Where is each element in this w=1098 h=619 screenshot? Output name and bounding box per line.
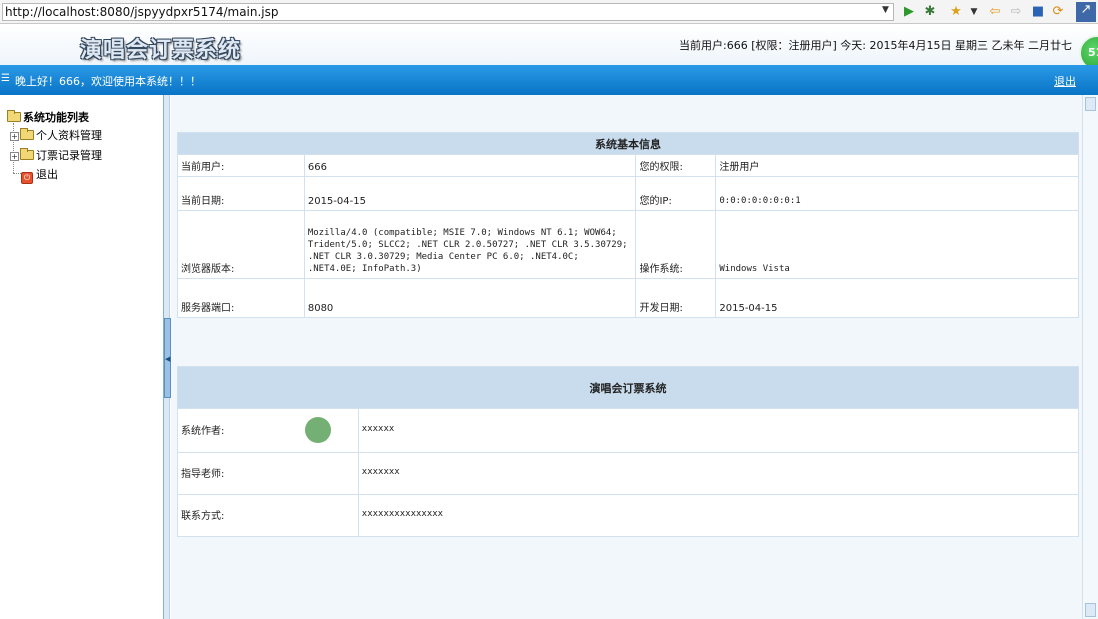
author-value: xxxxxx: [357, 408, 1080, 453]
browser-label: 浏览器版本:: [177, 210, 305, 279]
app-title: 演唱会订票系统: [80, 37, 242, 63]
favorites-dropdown-icon[interactable]: ▼: [966, 4, 982, 20]
folder-icon: [20, 148, 34, 160]
browser-value: Mozilla/4.0 (compatible; MSIE 7.0; Windo…: [303, 210, 637, 279]
basic-info-title: 系统基本信息: [177, 132, 1079, 155]
ip-value: 0:0:0:0:0:0:0:1: [715, 176, 1079, 211]
page-header: 演唱会订票系统 当前用户:666 [权限：注册用户] 今天: 2015年4月15…: [0, 25, 1098, 65]
back-icon[interactable]: ⇦: [987, 4, 1003, 20]
sidebar-item-profile[interactable]: + 个人资料管理: [10, 127, 102, 145]
port-value: 8080: [303, 278, 637, 318]
tree-root[interactable]: 系统功能列表: [7, 109, 89, 127]
app-launcher-icon[interactable]: ↗: [1076, 2, 1096, 22]
browser-toolbar: http://localhost:8080/jspyydpxr5174/main…: [0, 0, 1098, 24]
author-label: 系统作者:: [177, 408, 359, 453]
user-info: 当前用户:666 [权限：注册用户] 今天: 2015年4月15日 星期三 乙未…: [679, 39, 1072, 52]
sidebar-item-exit[interactable]: ⏻ 退出: [21, 166, 58, 184]
system-info-table: 演唱会订票系统 系统作者: xxxxxx 指导老师: xxxxxxx 联系方式:…: [177, 366, 1080, 537]
folder-icon: [20, 128, 34, 140]
address-dropdown-icon[interactable]: ▼: [882, 5, 889, 15]
expand-icon[interactable]: +: [10, 152, 19, 161]
sidebar-item-label: 个人资料管理: [36, 129, 102, 142]
welcome-text: 晚上好！666，欢迎使用本系统！！！: [15, 75, 201, 88]
scroll-down-icon[interactable]: [1085, 603, 1096, 617]
stop-icon[interactable]: ■: [1030, 4, 1046, 20]
sidebar-item-label: 退出: [36, 168, 58, 181]
sidebar-item-orders[interactable]: + 订票记录管理: [10, 147, 102, 165]
debug-icon[interactable]: ✱: [922, 4, 938, 20]
refresh-icon[interactable]: ⟳: [1050, 4, 1066, 20]
power-icon: ⏻: [21, 172, 33, 184]
permission-label: 您的权限:: [635, 154, 717, 177]
port-label: 服务器端口:: [177, 278, 305, 318]
sidebar-item-label: 订票记录管理: [36, 149, 102, 162]
favorites-icon[interactable]: ★: [948, 4, 964, 20]
dev-date-label: 开发日期:: [635, 278, 717, 318]
contact-label: 联系方式:: [177, 494, 359, 537]
contact-value: xxxxxxxxxxxxxxx: [357, 494, 1080, 537]
tree-root-label: 系统功能列表: [23, 111, 89, 124]
current-user-value: 666: [303, 154, 637, 177]
current-user-label: 当前用户:: [177, 154, 305, 177]
os-value: Windows Vista: [715, 210, 1079, 279]
os-label: 操作系统:: [635, 210, 717, 279]
permission-value: 注册用户: [715, 154, 1079, 177]
click-indicator: [305, 417, 331, 443]
logout-link[interactable]: 退出: [1054, 73, 1076, 89]
welcome-bar: ☰ 晚上好！666，欢迎使用本系统！！！ 退出: [0, 65, 1098, 95]
scroll-up-icon[interactable]: [1085, 97, 1096, 111]
expand-icon[interactable]: +: [10, 132, 19, 141]
system-info-title: 演唱会订票系统: [177, 366, 1079, 409]
date-label: 当前日期:: [177, 176, 305, 211]
dev-date-value: 2015-04-15: [715, 278, 1079, 318]
folder-open-icon: [7, 110, 21, 122]
forward-icon[interactable]: ⇨: [1008, 4, 1024, 20]
go-icon[interactable]: ▶: [901, 4, 917, 20]
vertical-scrollbar[interactable]: [1082, 95, 1098, 619]
sidebar: 系统功能列表 + 个人资料管理 + 订票记录管理 ⏻ 退出: [0, 95, 164, 619]
basic-info-table: 系统基本信息 当前用户: 666 您的权限: 注册用户 当前日期: 2015-0…: [177, 132, 1079, 318]
ip-label: 您的IP:: [635, 176, 717, 211]
menu-icon: ☰: [1, 73, 10, 84]
teacher-label: 指导老师:: [177, 452, 359, 495]
address-bar[interactable]: http://localhost:8080/jspyydpxr5174/main…: [2, 3, 894, 21]
teacher-value: xxxxxxx: [357, 452, 1080, 495]
collapse-sidebar-icon[interactable]: ◀: [164, 318, 171, 398]
date-value: 2015-04-15: [303, 176, 637, 211]
